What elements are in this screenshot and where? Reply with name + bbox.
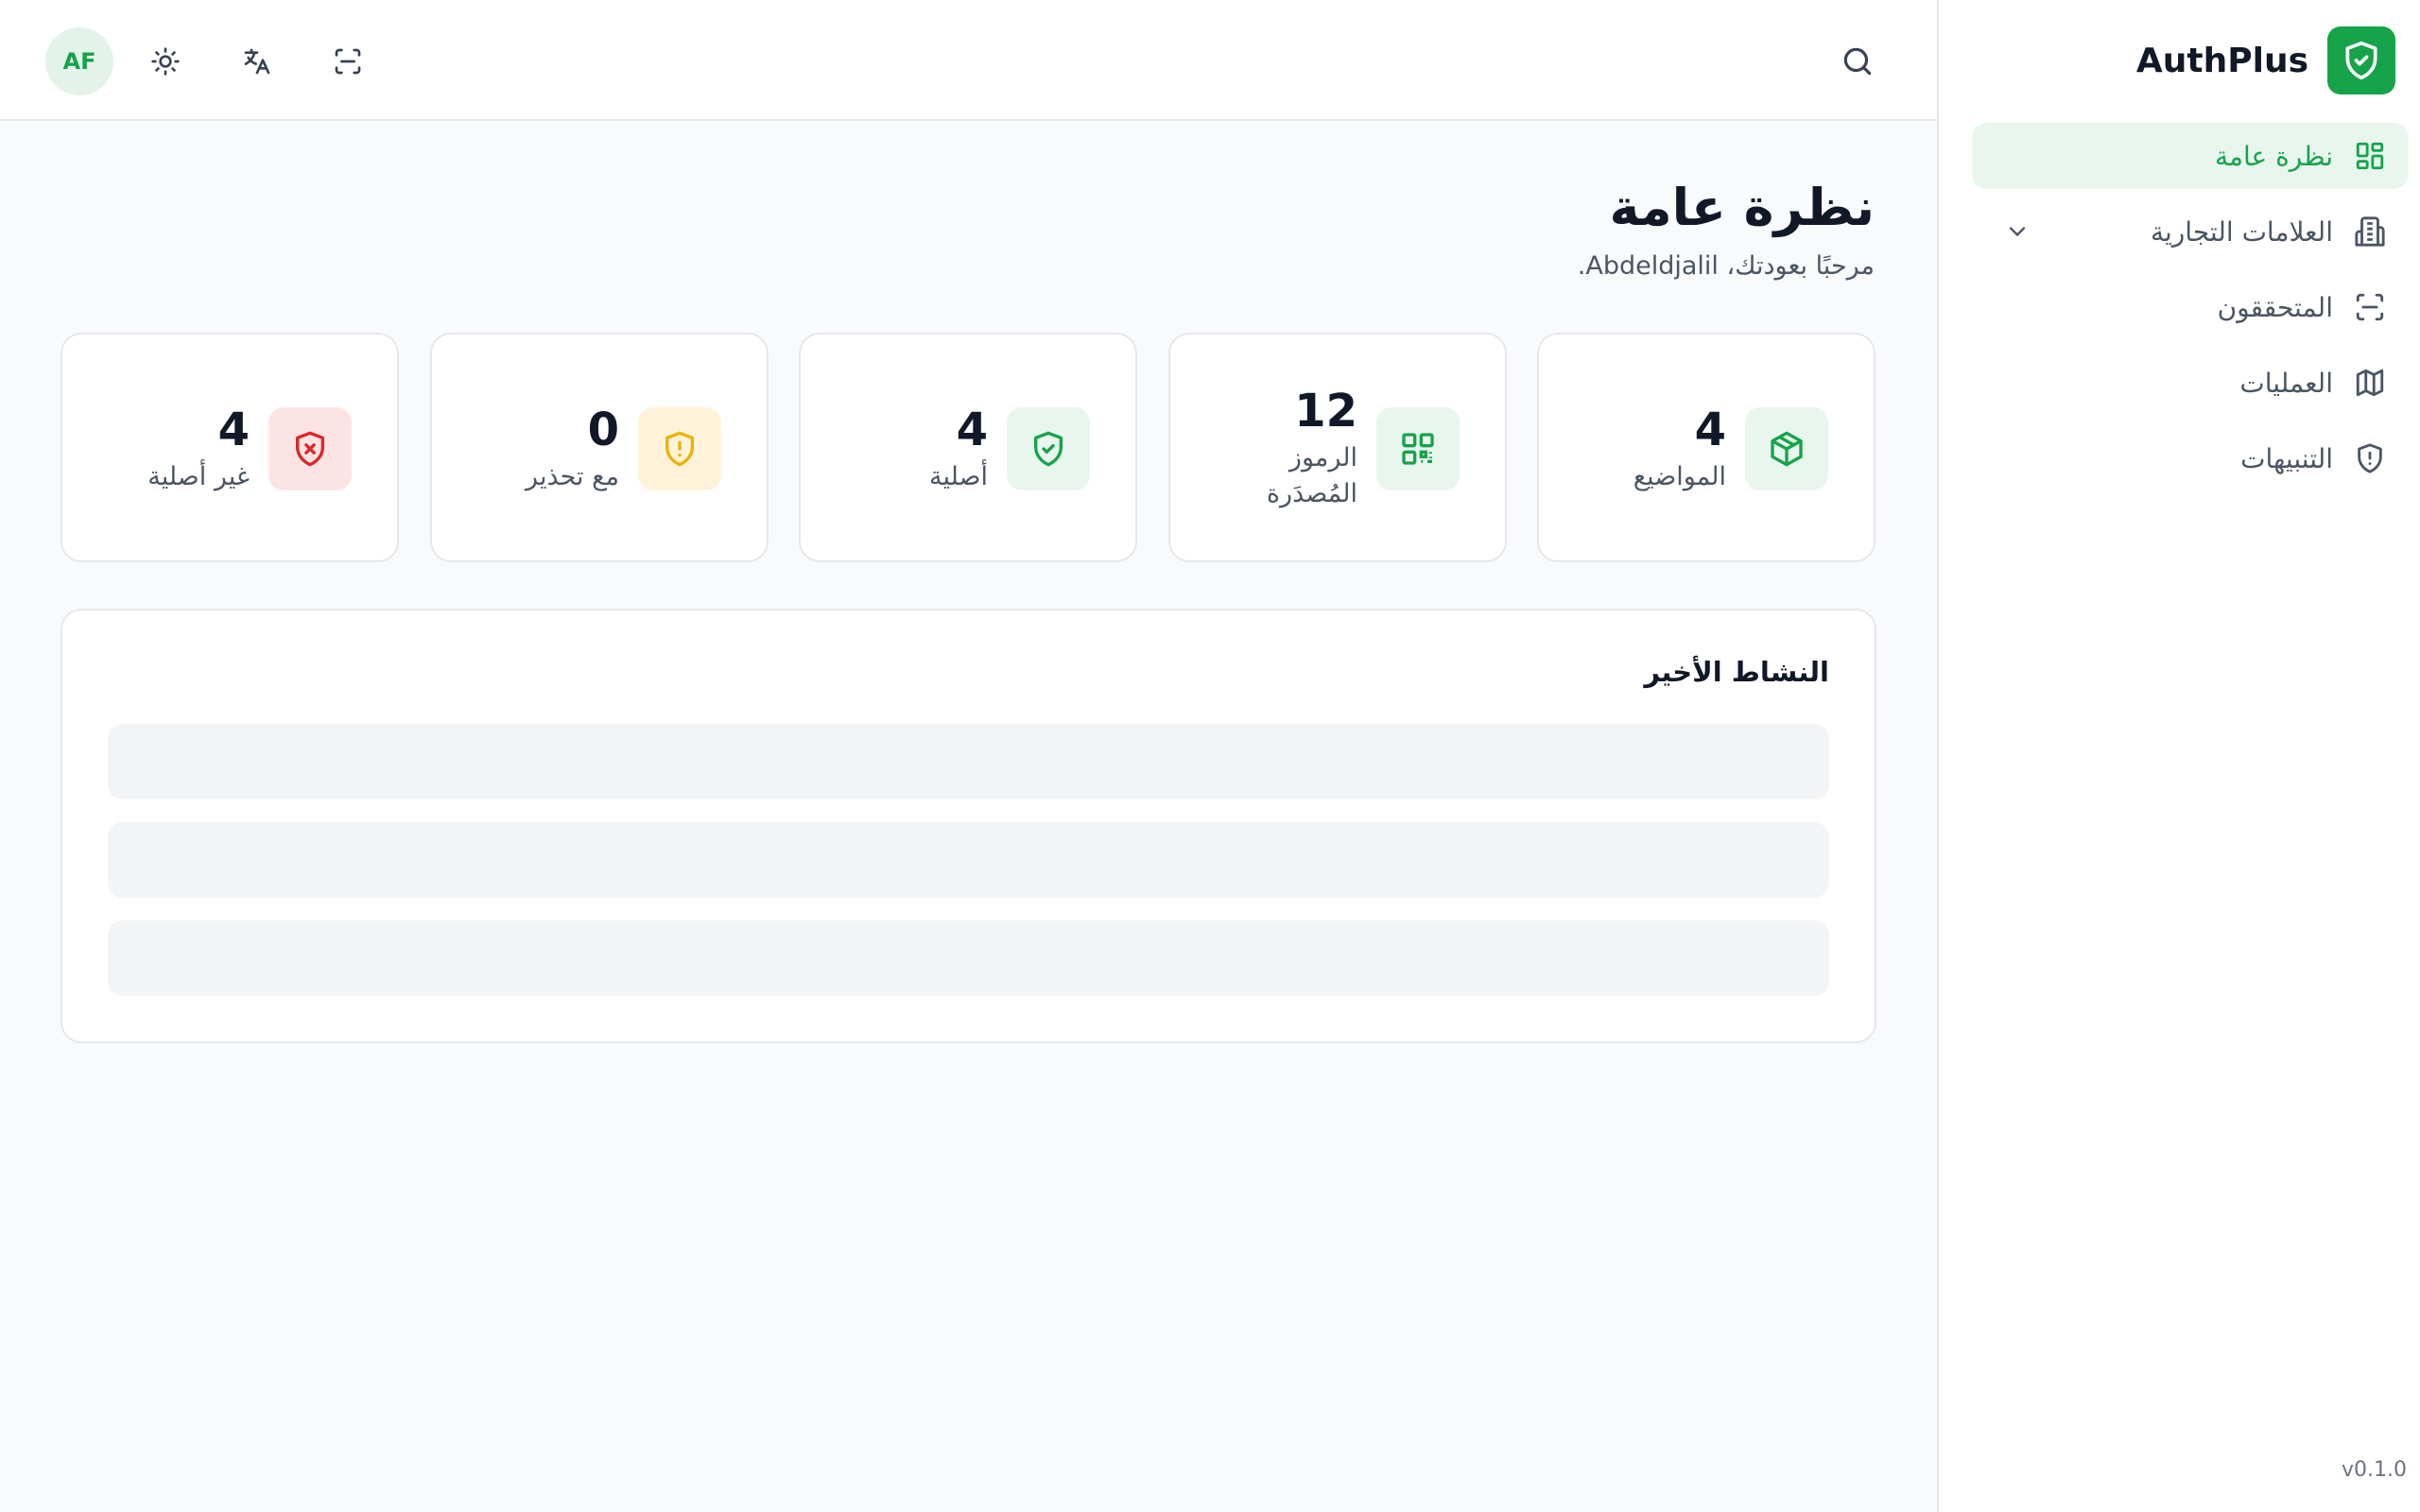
recent-activity-title: النشاط الأخير <box>1644 656 1829 688</box>
brand-logo <box>2327 26 2395 94</box>
page-title: نظرة عامة <box>1609 178 1876 237</box>
brand[interactable]: AuthPlus <box>2136 26 2395 94</box>
stat-label: غير أصلية <box>147 462 250 491</box>
app-root: AF نظرة عامة مرحبًا بعودتك، Abdeldjalil.… <box>0 0 2420 1512</box>
stat-value: 0 <box>587 404 619 456</box>
stat-text: 4 غير أصلية <box>147 401 250 495</box>
search-button[interactable] <box>1832 36 1883 87</box>
shield-check-icon <box>2345 41 2377 80</box>
stat-card-topics: 4 المواضيع <box>1537 333 1876 562</box>
welcome-text: مرحبًا بعودتك، Abdeldjalil. <box>1577 251 1875 281</box>
theme-toggle-button[interactable] <box>142 38 189 85</box>
top-bar: AF <box>0 0 1937 121</box>
translate-icon <box>244 48 270 75</box>
box-icon <box>1745 407 1828 490</box>
qr-code-icon <box>1376 407 1460 490</box>
sidebar-item-label: العمليات <box>2239 367 2333 399</box>
map-icon <box>2354 367 2386 399</box>
sidebar-nav: نظرة عامة العلامات التجارية المتحققون ال… <box>1972 123 2409 501</box>
stat-label: المواضيع <box>1633 462 1726 491</box>
dashboard-icon <box>2354 140 2386 172</box>
loading-skeleton-row <box>108 822 1829 898</box>
shield-alert-icon <box>2354 442 2386 474</box>
stat-text: 0 مع تحذير <box>526 401 619 495</box>
avatar[interactable]: AF <box>45 27 113 95</box>
sidebar-item-operations[interactable]: العمليات <box>1972 350 2409 416</box>
scan-icon <box>2354 291 2386 323</box>
scan-icon <box>335 48 361 75</box>
stat-value: 4 <box>217 404 250 456</box>
stat-value: 12 <box>1294 385 1357 438</box>
recent-activity-card: النشاط الأخير <box>60 609 1876 1043</box>
sidebar-item-label: العلامات التجارية <box>2150 215 2333 248</box>
stat-card-warning: 0 مع تحذير <box>430 333 769 562</box>
stat-value: 4 <box>1694 404 1726 456</box>
sidebar-item-label: المتحققون <box>2217 291 2333 323</box>
shield-warning-icon <box>638 407 721 490</box>
stat-text: 12 الرموز المُصدَرة <box>1225 382 1357 512</box>
shield-x-icon <box>268 407 352 490</box>
stat-text: 4 المواضيع <box>1634 401 1726 495</box>
sidebar-item-verifiers[interactable]: المتحققون <box>1972 274 2409 340</box>
sun-icon <box>151 47 180 76</box>
brand-name: AuthPlus <box>2135 41 2308 80</box>
sidebar-item-brands[interactable]: العلامات التجارية <box>1972 198 2409 265</box>
stat-label: مع تحذير <box>526 462 619 491</box>
sidebar-item-label: نظرة عامة <box>2214 140 2333 172</box>
sidebar: AuthPlus نظرة عامة العلامات التجارية الم… <box>1937 0 2420 1512</box>
loading-skeleton-row <box>108 920 1829 996</box>
stat-value: 4 <box>956 404 988 456</box>
scan-button[interactable] <box>324 38 372 85</box>
stat-text: 4 أصلية <box>929 401 988 495</box>
stat-card-issued-codes: 12 الرموز المُصدَرة <box>1168 333 1507 562</box>
loading-skeleton-row <box>108 724 1829 799</box>
sidebar-item-overview[interactable]: نظرة عامة <box>1972 123 2409 189</box>
sidebar-item-alerts[interactable]: التنبيهات <box>1972 425 2409 491</box>
stat-label: أصلية <box>929 462 988 491</box>
stat-card-authentic: 4 أصلية <box>799 333 1137 562</box>
chevron-down-icon[interactable] <box>2004 218 2031 245</box>
building-icon <box>2354 215 2386 248</box>
language-button[interactable] <box>233 38 281 85</box>
stat-card-counterfeit: 4 غير أصلية <box>60 333 399 562</box>
search-icon <box>1843 47 1872 76</box>
shield-check-icon <box>1007 407 1090 490</box>
app-version: v0.1.0 <box>2342 1458 2407 1482</box>
sidebar-item-label: التنبيهات <box>2240 442 2333 474</box>
stat-label: الرموز المُصدَرة <box>1266 443 1357 508</box>
